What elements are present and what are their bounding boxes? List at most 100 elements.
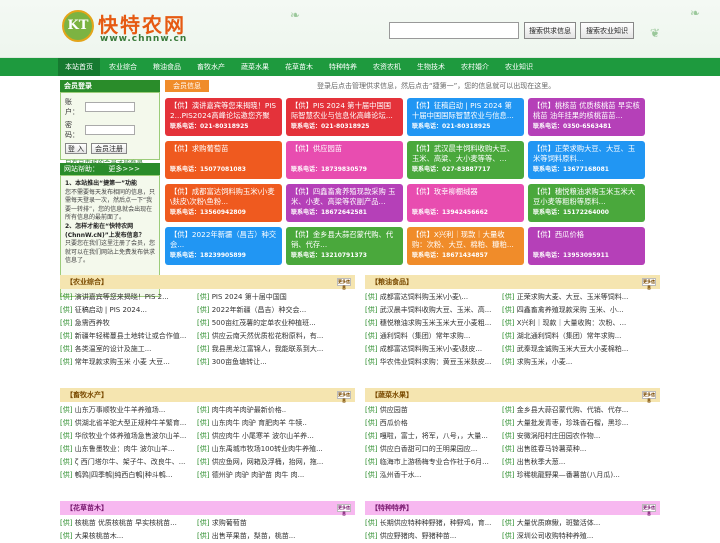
featured-tile[interactable]: 【供】供应园苗 联系电话：18739830579 — [286, 141, 403, 179]
list-item[interactable]: [供] 穗悦粮油求购玉米玉米大豆小麦粗... — [365, 317, 500, 330]
list-item[interactable]: [供] 武秦现金诚购玉米大豆大小麦棉粕... — [502, 343, 637, 356]
list-item[interactable]: [供] 演讲嘉宾等您来揭晓！PIS 2... — [60, 291, 195, 304]
list-item[interactable]: [供] 出售苹果苗，梨苗，桃苗... — [197, 530, 332, 543]
section-more-button[interactable]: 更多信息 — [642, 391, 656, 403]
list-item[interactable]: [供] 新疆年轻稀蔓县土地转让或合作值... — [60, 330, 195, 343]
list-item[interactable]: [供] 求购葡萄苗 — [197, 517, 332, 530]
list-item[interactable]: [供] 鹌鹑|四季鹌|纯西白鹌|种斗鹌... — [60, 469, 195, 482]
featured-tile[interactable]: 【供】演讲嘉宾等您来揭晓！PIS 2...PIS2024高峰论坛邀您齐聚杭州一.… — [165, 98, 282, 136]
list-item[interactable]: [供] 西瓜价格 — [365, 417, 500, 430]
featured-tile[interactable]: 【供】武汉晨丰饲料收购大豆、玉米、高粱、大小麦等等、... 联系电话：027-83… — [407, 141, 524, 179]
list-item[interactable]: [供] 大量优质麻鳅，斑鳖活体... — [502, 517, 637, 530]
featured-tile[interactable]: 【供】征稿启动 | PIS 2024 第十届中国国际智慧农业与信息... 联系电话… — [407, 98, 524, 136]
list-item[interactable]: [供] 大量批发青枣，珍珠香石榴，黑珍... — [502, 417, 637, 430]
nav-item[interactable]: 花草苗木 — [278, 58, 320, 76]
list-item[interactable]: [供] 临海市上游杨梅专业合作社于6月... — [365, 456, 500, 469]
featured-tile[interactable]: 【供】正荣求购大豆、大豆、玉米等饲料原料... 联系电话：13677168081 — [528, 141, 645, 179]
list-item[interactable]: [供] 核桃苗 优质核桃苗 早实核桃苗... — [60, 517, 195, 530]
section-more-button[interactable]: 更多信息 — [337, 391, 351, 403]
username-input[interactable] — [85, 102, 135, 112]
featured-tile[interactable]: 【供】X兴利｜现款｜大量收购：次粉、大豆、棉粕、糠粕... 联系电话：186714… — [407, 227, 524, 265]
list-item[interactable]: [供] 300亩鱼塘转让... — [197, 356, 332, 369]
register-button[interactable]: 会员注册 — [91, 143, 127, 154]
list-item[interactable]: [供] 求购玉米，小麦... — [502, 356, 637, 369]
supply-tag: [供] — [197, 471, 210, 479]
nav-item[interactable]: 农资农机 — [366, 58, 408, 76]
featured-tile[interactable]: 【供】求购葡萄苗 联系电话：15077081083 — [165, 141, 282, 179]
search-supply-button[interactable]: 搜索供求信息 — [524, 22, 576, 39]
logo-icon[interactable]: KT — [62, 10, 94, 42]
list-item[interactable]: [供] 供应白香甜可口的王明果园应... — [365, 443, 500, 456]
featured-tile[interactable]: 【供】PIS 2024 第十届中国国际智慧农业与信息化高峰论坛... 联系电话：0… — [286, 98, 403, 136]
section-more-button[interactable]: 更多信息 — [642, 278, 656, 290]
list-item[interactable]: [供] 2022年新疆（昌吉）种交会... — [197, 304, 332, 317]
section-more-button[interactable]: 更多信息 — [337, 504, 351, 516]
section-more-button[interactable]: 更多信息 — [642, 504, 656, 516]
featured-tile[interactable]: 【供】四鑫畜禽养殖现款采购 玉米、小麦、高粱等农副产品... 联系电话：18672… — [286, 184, 403, 222]
login-button[interactable]: 登 入 — [65, 143, 87, 154]
list-item[interactable]: [供] 武汉晨丰饲料收购大豆、玉米、高... — [365, 304, 500, 317]
list-item[interactable]: [供] 金乡县大蒜召蒙代购、代销、代存... — [502, 404, 637, 417]
section-more-button[interactable]: 更多信息 — [337, 278, 351, 290]
list-item[interactable]: [供] 嘎啦，富士，将军，八号，，大量... — [365, 430, 500, 443]
list-item[interactable]: [供] 成都富达饲料购玉米\小麦\麸皮... — [365, 343, 500, 356]
featured-tile[interactable]: 【供】2022年新疆（昌吉）种交会... 联系电话：18239905899 — [165, 227, 282, 265]
list-item[interactable]: [供] 出售秋季大葱... — [502, 456, 637, 469]
nav-item[interactable]: 生物技术 — [410, 58, 452, 76]
list-item[interactable]: [供] 四鑫畜禽养殖现款采购 玉米、小... — [502, 304, 637, 317]
list-item[interactable]: [供] 深圳公司收购特种养殖... — [502, 530, 637, 543]
list-item[interactable]: [供] 急需西养牧 — [60, 317, 195, 330]
list-item[interactable]: [供] X兴利｜现款｜大量收购：次粉、... — [502, 317, 637, 330]
list-item[interactable]: [供] 供应云南天然优质松花粉原料，有... — [197, 330, 332, 343]
list-item[interactable]: [供] 肉牛肉羊肉驴最新价格.. — [197, 404, 332, 417]
nav-item[interactable]: 特种特养 — [322, 58, 364, 76]
list-item[interactable]: [供] 湖北通利饲料（集团）常年求购... — [502, 330, 637, 343]
nav-item[interactable]: 畜牧水产 — [190, 58, 232, 76]
featured-tile[interactable]: 【供】玫幸柳棚绒器 联系电话：13942456662 — [407, 184, 524, 222]
search-input[interactable] — [389, 22, 519, 39]
list-item[interactable]: [供] 大果核桃苗木... — [60, 530, 195, 543]
featured-tile[interactable]: 【供】西瓜价格 联系电话：13953095911 — [528, 227, 645, 265]
list-item[interactable]: [供] 山东鲁墨牧业：肉牛 波尔山羊... — [60, 443, 195, 456]
list-item[interactable]: [供] 供应肉牛 小尾寒羊 波尔山羊养... — [197, 430, 332, 443]
list-item[interactable]: [供] 德州驴 肉驴 肉驴苗 肉牛 肉... — [197, 469, 332, 482]
list-item[interactable]: [供] 供应野猪肉、野猪种苗... — [365, 530, 500, 543]
list-item[interactable]: [供] 华欣牧业个体养殖场急售波尔山羊... — [60, 430, 195, 443]
list-item[interactable]: [供] 长期供应特种种野猪，种野鸡，育... — [365, 517, 500, 530]
nav-item[interactable]: 蔬菜水果 — [234, 58, 276, 76]
nav-item[interactable]: 粮油食品 — [146, 58, 188, 76]
list-item[interactable]: [供] 华农伟业饲料求购：黄豆玉米麸皮... — [365, 356, 500, 369]
nav-item[interactable]: 农业知识 — [498, 58, 540, 76]
list-item[interactable]: [供] 供应园苗 — [365, 404, 500, 417]
list-item[interactable]: [供] 山东禹城市牧场100转业肉牛养殖... — [197, 443, 332, 456]
nav-item[interactable]: 本站首页 — [58, 58, 100, 76]
featured-tile[interactable]: 【供】穗悦粮油求购玉米玉米大豆小麦等粗粉等原料... 联系电话：151722640… — [528, 184, 645, 222]
nav-item[interactable]: 农村婚介 — [454, 58, 496, 76]
list-item[interactable]: [供] 常年现款求购玉米 小麦 大豆... — [60, 356, 195, 369]
list-item[interactable]: [供] ζ 西门塔尔牛、架子牛、改良牛、... — [60, 456, 195, 469]
list-item[interactable]: [供] 500亩红茂薯的定单农业种植班... — [197, 317, 332, 330]
password-input[interactable] — [85, 125, 135, 135]
featured-tile[interactable]: 【供】金乡县大蒜召蒙代购、代销、代存... 联系电话：13210791373 — [286, 227, 403, 265]
list-item[interactable]: [供] 征稿启动 | PIS 2024... — [60, 304, 195, 317]
list-item[interactable]: [供] PIS 2024 第十届中国国 — [197, 291, 332, 304]
list-item[interactable]: [供] 正荣求购大麦、大豆、玉米等饲料... — [502, 291, 637, 304]
list-item[interactable]: [供] 通利饲料（集团）常年求购... — [365, 330, 500, 343]
list-item[interactable]: [供] 山东肉牛 肉驴 育肥肉羊 牛犊.. — [197, 417, 332, 430]
list-item-text: 武秦现金诚购玉米大豆大小麦棉粕... — [516, 345, 629, 353]
featured-tile[interactable]: 【供】成都富达饲料购玉米\小麦\麸皮\次粉\鱼粉... 联系电话：13560942… — [165, 184, 282, 222]
list-item[interactable]: [供] 泓州香干水... — [365, 469, 500, 482]
leaf-icon: ❧ — [290, 8, 301, 22]
list-item[interactable]: [供] 出售胜春马铃薯菜种... — [502, 443, 637, 456]
featured-tile[interactable]: 【供】桃核苗 优质核桃苗 早实核桃苗 油年挂果的核桃苗苗... 联系电话：0350… — [528, 98, 645, 136]
list-item[interactable]: [供] 供应鱼网，网箱及浮桶，抬网，拖... — [197, 456, 332, 469]
list-item[interactable]: [供] 安微涡阳村庄田园农作物... — [502, 430, 637, 443]
list-item[interactable]: [供] 各类温室的设计及施工... — [60, 343, 195, 356]
list-item[interactable]: [供] 我县黑龙江富锦人，我能联系到大... — [197, 343, 332, 356]
list-item[interactable]: [供] 成都富达饲料购玉米\小麦\... — [365, 291, 500, 304]
search-knowledge-button[interactable]: 搜索农业知识 — [580, 22, 634, 39]
list-item[interactable]: [供] 山东万事顺牧业牛羊养殖场... — [60, 404, 195, 417]
nav-item[interactable]: 农业综合 — [102, 58, 144, 76]
list-item[interactable]: [供] 珍稀桃龍野果—番薯苗(八月瓜)... — [502, 469, 637, 482]
list-item[interactable]: [供] 供湖北省羊驼大型正规种牛羊繁育... — [60, 417, 195, 430]
